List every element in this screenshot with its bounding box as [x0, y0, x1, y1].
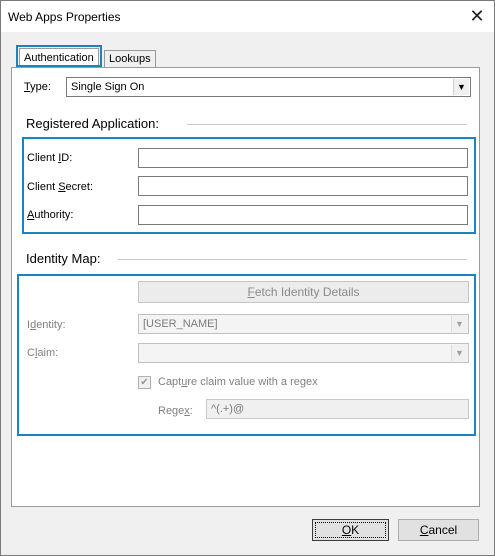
ok-button[interactable]: OK	[312, 519, 389, 541]
tab-lookups-label: Lookups	[109, 53, 151, 65]
client-secret-label: Client Secret:	[27, 181, 94, 193]
registered-application-heading: Registered Application:	[26, 116, 159, 131]
dialog-window: Web Apps Properties ✕ Authentication Loo…	[0, 0, 495, 556]
chevron-down-icon[interactable]: ▼	[451, 316, 467, 332]
regex-input[interactable]: ^(.+)@	[206, 399, 469, 419]
title-bar: Web Apps Properties ✕	[1, 1, 494, 32]
section-divider	[187, 124, 467, 125]
client-id-label: Client ID:	[27, 152, 73, 164]
capture-regex-checkbox[interactable]: ✔	[138, 376, 151, 389]
client-secret-input[interactable]	[138, 176, 468, 196]
tab-focus-highlight	[16, 45, 102, 67]
cancel-button[interactable]: Cancel	[398, 519, 479, 541]
regex-label: Regex:	[158, 405, 193, 417]
section-divider	[118, 259, 467, 260]
type-select[interactable]: Single Sign On ▼	[66, 77, 471, 97]
identity-select[interactable]: [USER_NAME] ▼	[138, 314, 469, 334]
window-title: Web Apps Properties	[8, 10, 121, 24]
identity-map-heading: Identity Map:	[26, 251, 101, 266]
type-label: Type:	[24, 81, 51, 93]
authority-label: Authority:	[27, 209, 74, 221]
claim-select[interactable]: ▼	[138, 343, 469, 363]
focus-rect	[315, 522, 386, 538]
authority-input[interactable]	[138, 205, 468, 225]
chevron-down-icon[interactable]: ▼	[453, 79, 469, 95]
identity-label: Identity:	[27, 319, 66, 331]
capture-regex-label: Capture claim value with a regex	[158, 376, 318, 388]
checkmark-icon: ✔	[140, 377, 149, 388]
chevron-down-icon[interactable]: ▼	[451, 345, 467, 361]
type-select-value: Single Sign On	[71, 81, 145, 93]
close-icon[interactable]: ✕	[466, 4, 488, 28]
tab-lookups[interactable]: Lookups	[104, 50, 156, 68]
fetch-identity-details-button[interactable]: Fetch Identity Details	[138, 281, 469, 303]
claim-label: Claim:	[27, 347, 59, 359]
identity-select-value: [USER_NAME]	[143, 318, 218, 330]
client-id-input[interactable]	[138, 148, 468, 168]
